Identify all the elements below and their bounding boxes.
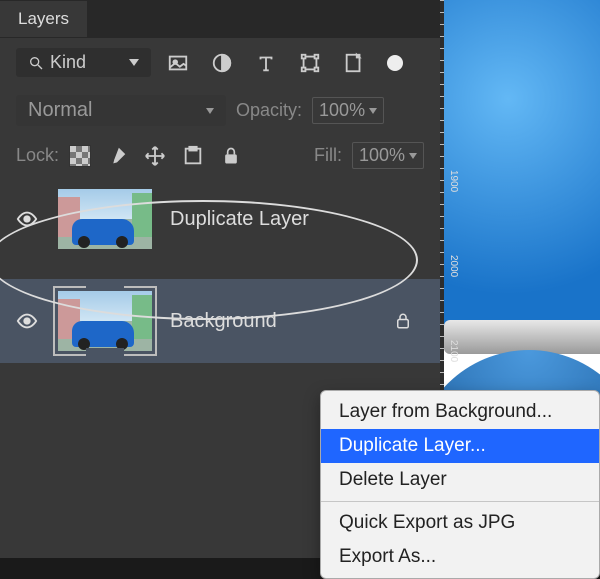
tab-layers[interactable]: Layers: [0, 1, 87, 37]
blend-mode-row: Normal Opacity: 100%: [0, 87, 440, 134]
lock-move-icon[interactable]: [143, 144, 167, 168]
layer-row-duplicate[interactable]: Duplicate Layer: [0, 177, 440, 261]
panel-tabbar: Layers: [0, 0, 440, 38]
lock-icon: [394, 312, 412, 330]
layer-context-menu: Layer from Background... Duplicate Layer…: [320, 390, 600, 579]
ctx-layer-from-background[interactable]: Layer from Background...: [321, 395, 599, 429]
chevron-down-icon: [369, 108, 377, 114]
layer-row-background[interactable]: Background: [0, 279, 440, 363]
chevron-down-icon: [206, 108, 214, 114]
filter-adjustment-icon[interactable]: [211, 52, 233, 74]
photo-chrome: [444, 320, 600, 354]
photo-car-body: [444, 0, 600, 330]
ctx-duplicate-layer[interactable]: Duplicate Layer...: [321, 429, 599, 463]
ruler-mark: 2000: [448, 255, 459, 277]
lock-transparency-icon[interactable]: [69, 145, 91, 167]
filter-toggle-switch[interactable]: [387, 55, 403, 71]
ruler-mark: 1900: [448, 170, 459, 192]
fill-input[interactable]: 100%: [352, 142, 424, 169]
lock-artboard-icon[interactable]: [181, 144, 205, 168]
opacity-value: 100%: [319, 100, 365, 121]
chevron-down-icon: [129, 59, 139, 66]
opacity-input[interactable]: 100%: [312, 97, 384, 124]
lock-brush-icon[interactable]: [105, 144, 129, 168]
lock-row: Lock: Fill: 100%: [0, 134, 440, 177]
layer-name[interactable]: Background: [170, 310, 277, 333]
filter-kind-label: Kind: [50, 52, 86, 73]
fill-value: 100%: [359, 145, 405, 166]
chevron-down-icon: [409, 153, 417, 159]
layer-thumbnail[interactable]: [58, 189, 152, 249]
layer-thumbnail[interactable]: [58, 291, 152, 351]
fill-label: Fill:: [314, 145, 342, 166]
layer-name[interactable]: Duplicate Layer: [170, 208, 309, 231]
filter-kind-dropdown[interactable]: Kind: [16, 48, 151, 77]
filter-pixel-icon[interactable]: [167, 52, 189, 74]
ctx-export-as[interactable]: Export As...: [321, 540, 599, 574]
filter-type-icon[interactable]: [255, 52, 277, 74]
lock-all-icon[interactable]: [219, 144, 243, 168]
context-menu-separator: [321, 501, 599, 502]
visibility-eye-icon[interactable]: [14, 310, 40, 332]
ctx-delete-layer[interactable]: Delete Layer: [321, 463, 599, 497]
visibility-eye-icon[interactable]: [14, 208, 40, 230]
search-icon: [28, 55, 44, 71]
filter-smartobject-icon[interactable]: [343, 52, 365, 74]
layer-filter-row: Kind: [0, 38, 440, 87]
ctx-quick-export[interactable]: Quick Export as JPG: [321, 506, 599, 540]
lock-label: Lock:: [16, 145, 59, 166]
blend-mode-value: Normal: [28, 99, 92, 122]
ruler-mark: 2100: [448, 340, 459, 362]
opacity-label: Opacity:: [236, 100, 302, 121]
blend-mode-dropdown[interactable]: Normal: [16, 95, 226, 126]
filter-shape-icon[interactable]: [299, 52, 321, 74]
